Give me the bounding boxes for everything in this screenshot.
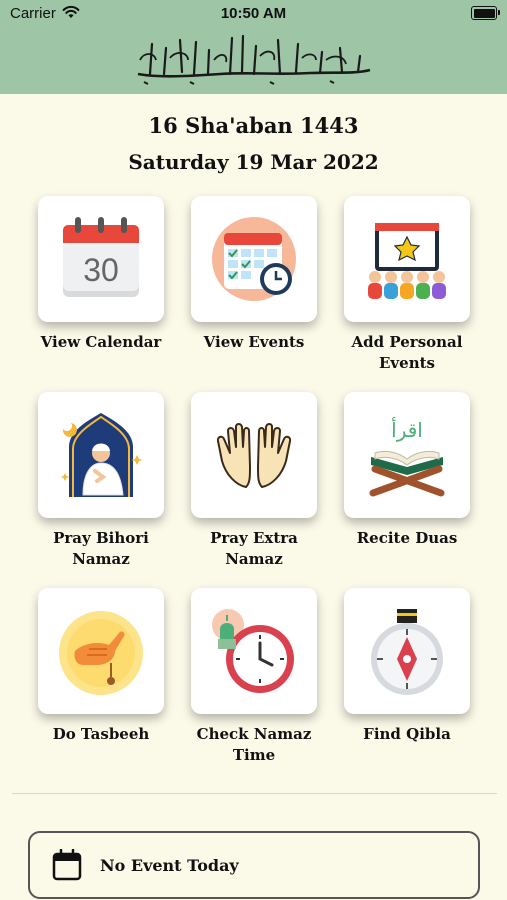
event-people-icon	[368, 223, 446, 299]
gregorian-date: Saturday 19 Mar 2022	[128, 150, 379, 174]
do-tasbeeh-label[interactable]: Do Tasbeeh	[26, 724, 176, 745]
view-events-label[interactable]: View Events	[179, 332, 329, 353]
pray-extra-namaz-tile[interactable]	[191, 392, 317, 518]
mosque-clock-icon	[212, 609, 294, 693]
tasbeeh-icon	[59, 611, 143, 695]
quran-stand-icon: اقرأ	[369, 417, 445, 497]
divider	[12, 793, 497, 794]
recite-duas-tile[interactable]: اقرأ	[344, 392, 470, 518]
do-tasbeeh-tile[interactable]	[38, 588, 164, 714]
praying-hands-icon	[216, 423, 292, 488]
recite-arabic-text: اقرأ	[391, 417, 423, 442]
battery-icon	[471, 6, 500, 20]
pray-extra-namaz-label[interactable]: Pray Extra Namaz	[179, 528, 329, 570]
status-time: 10:50 AM	[220, 5, 287, 22]
check-namaz-time-tile[interactable]	[191, 588, 317, 714]
today-event-bar[interactable]: No Event Today	[28, 831, 480, 899]
view-calendar-label[interactable]: View Calendar	[26, 332, 176, 353]
find-qibla-label[interactable]: Find Qibla	[332, 724, 482, 745]
calendar-icon: 30	[63, 217, 139, 297]
schedule-clock-icon	[212, 217, 296, 301]
bismillah-calligraphy	[137, 34, 371, 85]
pray-bihori-namaz-tile[interactable]	[38, 392, 164, 518]
find-qibla-tile[interactable]	[344, 588, 470, 714]
add-personal-events-label[interactable]: Add Personal Events	[332, 332, 482, 374]
view-events-tile[interactable]	[191, 196, 317, 322]
recite-duas-label[interactable]: Recite Duas	[332, 528, 482, 549]
praying-man-icon	[60, 413, 143, 497]
check-namaz-time-label[interactable]: Check Namaz Time	[179, 724, 329, 766]
add-personal-events-tile[interactable]	[344, 196, 470, 322]
pray-bihori-namaz-label[interactable]: Pray Bihori Namaz	[26, 528, 176, 570]
app-header: Carrier 10:50 AM	[0, 0, 507, 94]
qibla-compass-icon	[371, 609, 443, 695]
hijri-date: 16 Sha'aban 1443	[148, 113, 359, 138]
view-calendar-tile[interactable]: 30	[38, 196, 164, 322]
status-bar: Carrier 10:50 AM	[0, 0, 507, 28]
calendar-day-number: 30	[83, 252, 119, 288]
calendar-outline-icon	[52, 849, 82, 881]
today-event-text: No Event Today	[100, 856, 239, 875]
